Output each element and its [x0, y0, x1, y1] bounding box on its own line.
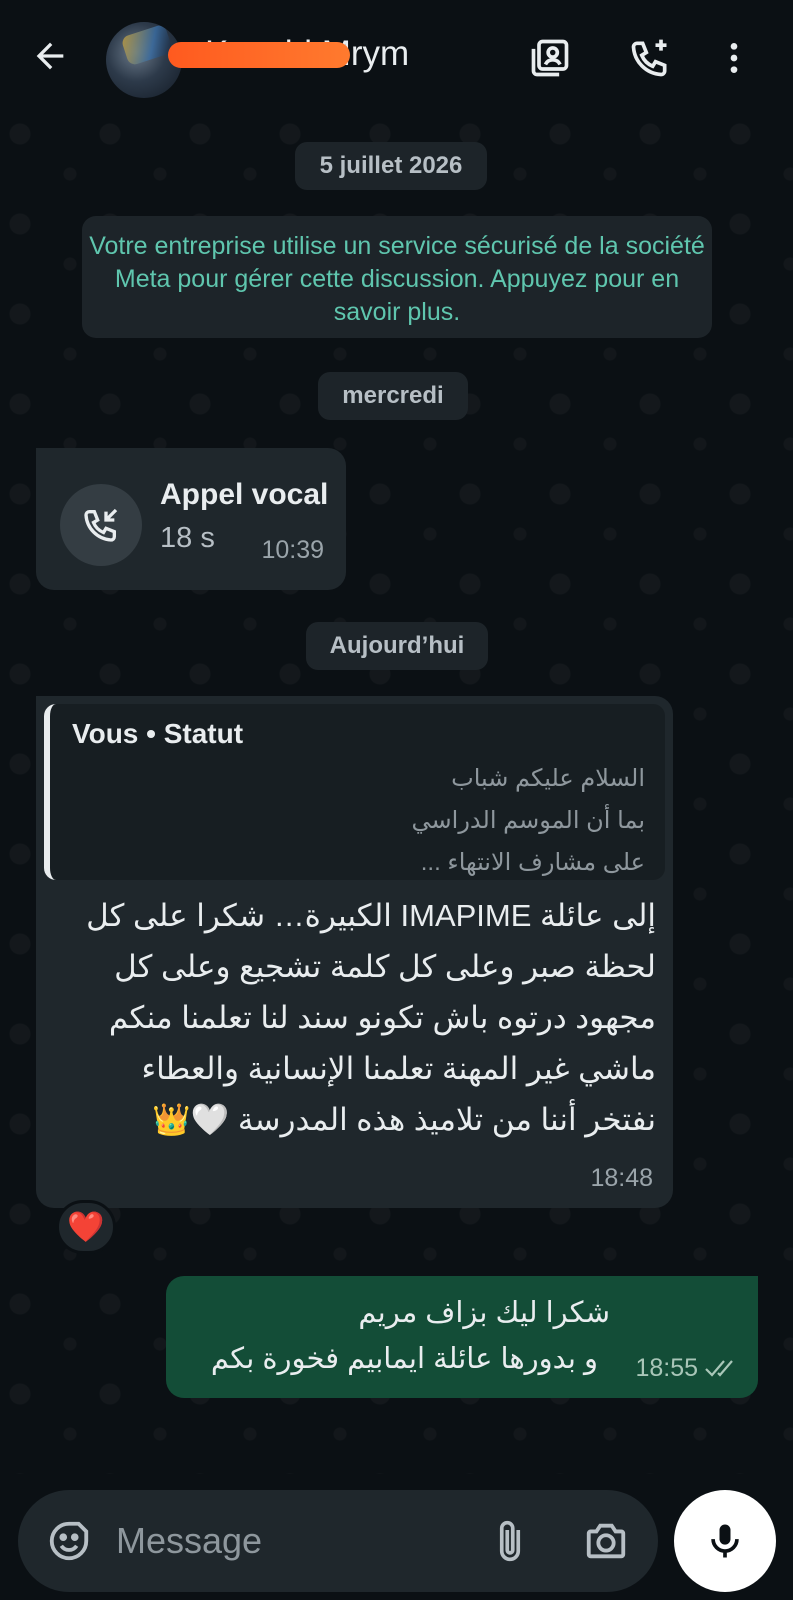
more-vertical-icon[interactable] [712, 36, 756, 80]
camera-icon[interactable] [583, 1518, 629, 1569]
quote-line: السلام عليكم شباب [451, 765, 645, 792]
message-time: 18:48 [590, 1164, 653, 1192]
voice-call-message[interactable]: Appel vocal 18 s 10:39 [36, 448, 346, 590]
heart-reaction-icon[interactable]: ❤️ [56, 1200, 116, 1254]
chat-header: Kenchi Mrym [0, 0, 793, 114]
redaction-mark [168, 42, 350, 68]
quote-text: السلام عليكم شباب بما أن الموسم الدراسي … [85, 758, 645, 880]
quote-line: على مشارف الانتهاء ... [420, 849, 645, 876]
message-text-line: و بدورها عائلة ايمابيم فخورة بكم [210, 1343, 598, 1375]
call-duration: 18 s [160, 522, 215, 554]
sticker-emoji-icon[interactable] [46, 1518, 92, 1569]
microphone-icon [711, 1524, 739, 1558]
message-time: 18:55 [635, 1354, 698, 1382]
quote-title: Vous • Statut [72, 718, 244, 749]
status-reply-message[interactable]: Vous • Statut السلام عليكم شباب بما أن ا… [36, 696, 673, 1208]
incoming-call-icon [60, 484, 142, 566]
attachment-icon[interactable] [488, 1516, 532, 1571]
microphone-button[interactable] [674, 1490, 776, 1592]
encryption-notice[interactable]: Votre entreprise utilise un service sécu… [82, 216, 712, 338]
message-time: 10:39 [261, 536, 324, 564]
call-title: Appel vocal [160, 478, 329, 511]
add-call-icon[interactable] [628, 36, 672, 80]
message-input[interactable] [116, 1516, 476, 1566]
quote-line: بما أن الموسم الدراسي [411, 807, 645, 834]
message-text-line: شكرا ليك بزاف مريم [358, 1297, 610, 1329]
message-text: إلى عائلة IMAPIME الكبيرة… شكرا على كل ل… [86, 898, 656, 1137]
double-check-icon [704, 1356, 740, 1385]
date-separator: Aujourd’hui [306, 622, 488, 670]
date-separator: mercredi [318, 372, 468, 420]
outgoing-message[interactable]: شكرا ليك بزاف مريم و بدورها عائلة ايمابي… [166, 1276, 758, 1398]
contacts-book-icon[interactable] [528, 36, 572, 80]
message-composer [18, 1490, 658, 1592]
date-separator: 5 juillet 2026 [295, 142, 487, 190]
quoted-status[interactable]: Vous • Statut السلام عليكم شباب بما أن ا… [44, 704, 665, 880]
back-arrow-icon[interactable] [28, 34, 72, 78]
